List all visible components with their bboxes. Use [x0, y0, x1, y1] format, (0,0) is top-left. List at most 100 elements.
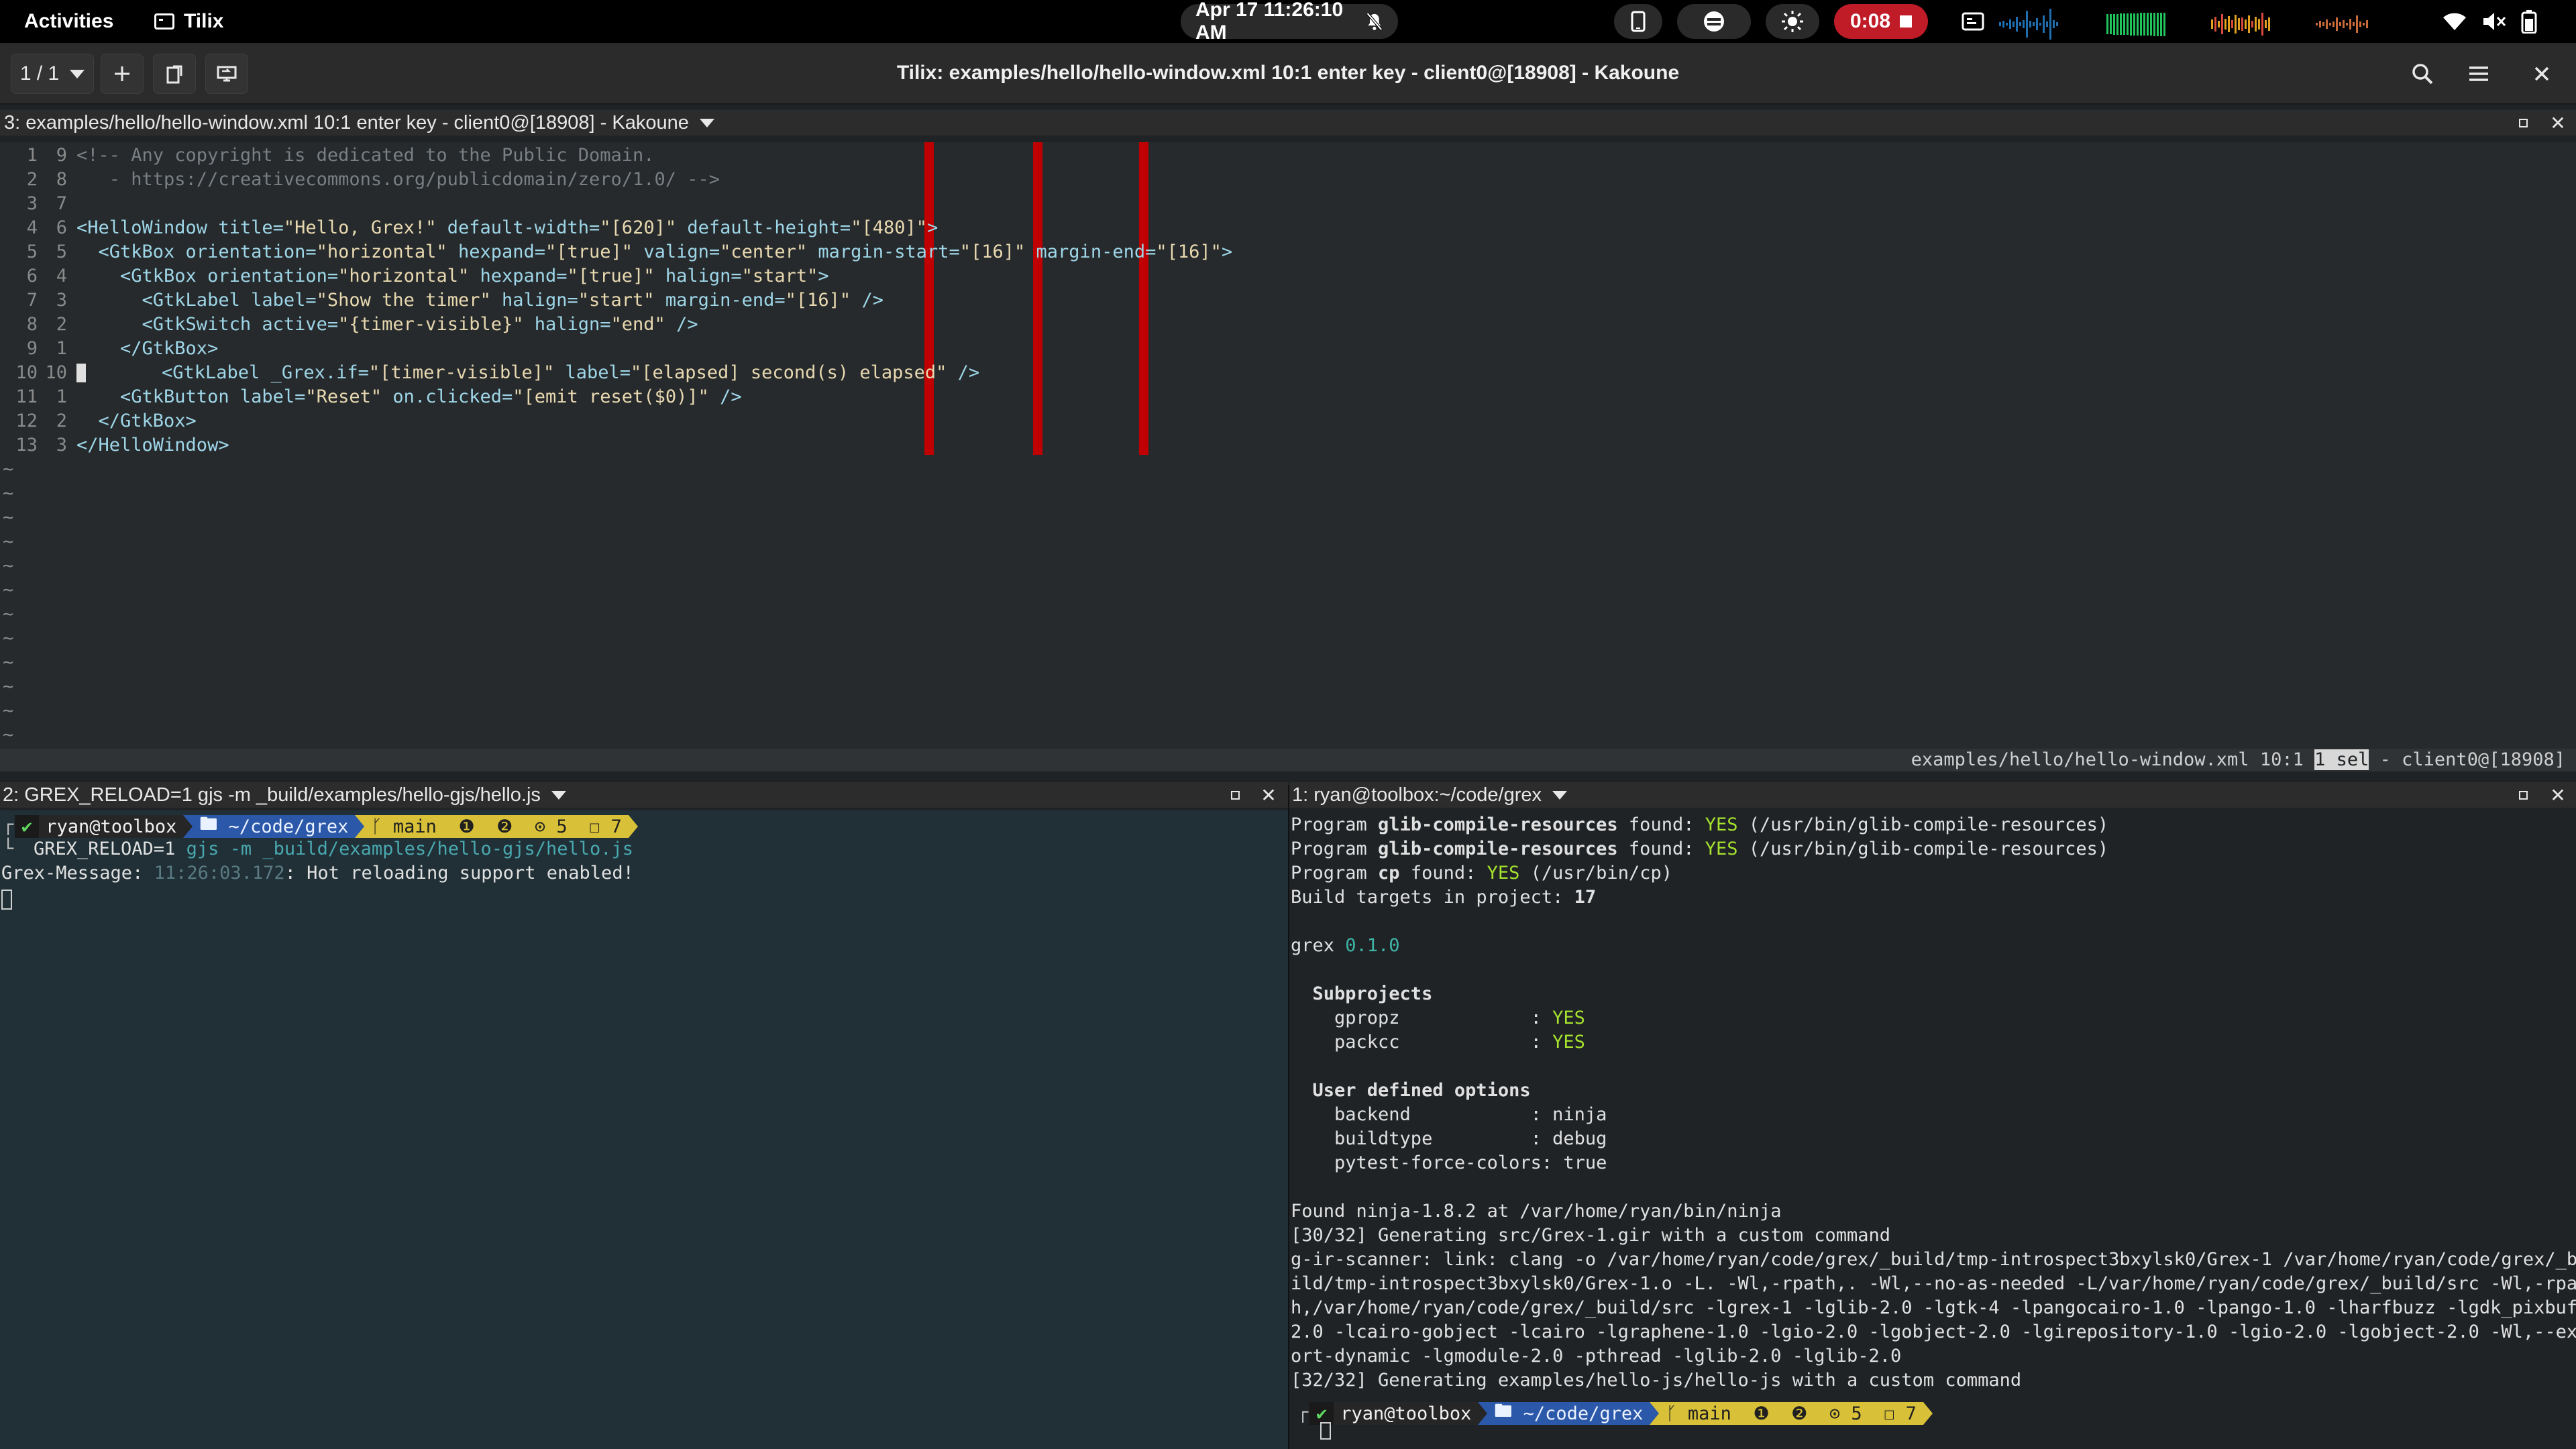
- column-ruler: [924, 142, 934, 455]
- kakoune-status-line: examples/hello/hello-window.xml 10:1 1 s…: [0, 749, 2576, 771]
- output-line: Program cp found: YES (/usr/bin/cp): [1291, 863, 1672, 883]
- prompt-git: ᚴ main ❶ ❷ ⊙ 5 ☐ 7: [1659, 1402, 1923, 1425]
- maximize-icon: [2518, 790, 2528, 800]
- brightness-indicator[interactable]: [1766, 4, 1819, 39]
- prompt-separator: [183, 815, 193, 838]
- left-pane-titlebar[interactable]: 2: GREX_RELOAD=1 gjs -m _build/examples/…: [0, 782, 1288, 808]
- code-text: <GtkLabel _Grex.if="[timer-visible]" lab…: [118, 362, 980, 383]
- output-line: [30/32] Generating src/Grex-1.gir with a…: [1291, 1225, 1891, 1246]
- empty-line-marker: ~: [3, 483, 14, 504]
- empty-line-marker: ~: [3, 700, 14, 721]
- code-text: <!-- Any copyright is dedicated to the P…: [76, 145, 655, 166]
- editor-cursor: [76, 364, 86, 382]
- close-pane-button[interactable]: ✕: [2545, 110, 2571, 136]
- memory-graph-icon[interactable]: [2106, 7, 2207, 42]
- empty-line-marker: ~: [3, 628, 14, 649]
- disk-graph-icon[interactable]: [2316, 7, 2416, 42]
- maximize-icon: [1230, 790, 1240, 800]
- tilix-header-bar: Tilix: examples/hello/hello-window.xml 1…: [0, 43, 2576, 105]
- right-pane-titlebar[interactable]: 1: ryan@toolbox:~/code/grex ✕: [1289, 782, 2576, 808]
- output-line: 2.0 -lcairo-gobject -lcairo -lgraphene-1…: [1291, 1322, 2576, 1342]
- relative-line-number: 2: [56, 411, 67, 431]
- code-text: <GtkBox orientation="horizontal" hexpand…: [76, 241, 1233, 262]
- output-line: grex 0.1.0: [1291, 935, 1400, 956]
- chevron-down-icon: [70, 69, 85, 78]
- grex-message: Grex-Message: 11:26:03.172: Hot reloadin…: [1, 863, 634, 883]
- output-line: gpropz : YES: [1291, 1008, 1585, 1028]
- prompt-separator: [1923, 1402, 1933, 1425]
- status-file: examples/hello/hello-window.xml 10:1: [1911, 749, 2315, 770]
- output-line: backend : ninja: [1291, 1104, 1607, 1125]
- relative-line-number: 5: [56, 241, 67, 262]
- line-number: 3: [26, 193, 38, 214]
- privacy-indicator[interactable]: [1677, 4, 1751, 39]
- maximize-icon: [2518, 118, 2528, 127]
- code-text: <HelloWindow title="Hello, Grex!" defaul…: [76, 217, 938, 238]
- empty-line-marker: ~: [3, 604, 14, 625]
- wifi-icon: [2443, 13, 2466, 30]
- kakoune-editor[interactable]: 1 9 <!-- Any copyright is dedicated to the…: [0, 142, 2576, 749]
- left-pane-title: 2: GREX_RELOAD=1 gjs -m _build/examples/…: [3, 784, 541, 806]
- column-ruler: [1033, 142, 1042, 455]
- line-number: 12: [15, 411, 38, 431]
- search-button[interactable]: [2400, 54, 2445, 94]
- screen-recording-indicator[interactable]: 0:08: [1834, 4, 1928, 39]
- empty-line-marker: ~: [3, 652, 14, 673]
- battery-icon: [2521, 10, 2537, 34]
- privacy-indicator-icon: [1704, 11, 1724, 32]
- network-graph-icon[interactable]: [2211, 7, 2312, 42]
- line-number: 5: [26, 241, 38, 262]
- line-number: 4: [26, 217, 38, 238]
- screen-share-indicator[interactable]: [1956, 0, 1990, 43]
- tilix-icon: [154, 13, 174, 30]
- output-line: Build targets in project: 17: [1291, 887, 1597, 908]
- output-line: h,/var/home/ryan/code/grex/_build/src -l…: [1291, 1297, 2576, 1318]
- chevron-down-icon[interactable]: [551, 790, 566, 800]
- prompt-corner: ┌: [3, 814, 14, 835]
- output-line: Subprojects: [1291, 983, 1433, 1004]
- shell-prompt: ✔ ryan@toolbox 🖿 ~/code/grex ᚴ main ❶ ❷ …: [1309, 1401, 1933, 1425]
- terminal-cursor: [1, 890, 12, 910]
- left-terminal[interactable]: ┌ ✔ ryan@toolbox 🖿 ~/code/grex ᚴ main ❶ …: [0, 810, 1288, 1449]
- session-switcher[interactable]: 1 / 1: [11, 54, 94, 94]
- maximize-button[interactable]: [2510, 782, 2536, 808]
- cpu-graph-icon[interactable]: [1999, 7, 2100, 42]
- clock-button[interactable]: Apr 17 11:26:10 AM: [1181, 0, 1398, 44]
- sync-input-button[interactable]: [205, 54, 248, 94]
- git-branch-icon: ᚴ: [1666, 1403, 1688, 1424]
- detach-button[interactable]: [153, 54, 196, 94]
- activities-button[interactable]: Activities: [24, 0, 113, 43]
- app-name: Tilix: [184, 10, 224, 32]
- empty-line-marker: ~: [3, 531, 14, 552]
- app-menu-button[interactable]: Tilix: [154, 0, 223, 43]
- menu-button[interactable]: [2457, 54, 2501, 94]
- clock-text: Apr 17 11:26:10 AM: [1195, 0, 1344, 44]
- system-menu-button[interactable]: [2442, 0, 2537, 43]
- empty-line-marker: ~: [3, 459, 14, 480]
- editor-pane-titlebar[interactable]: 3: examples/hello/hello-window.xml 10:1 …: [0, 110, 2576, 136]
- session-counter: 1 / 1: [19, 62, 60, 85]
- prompt-dir: 🖿 ~/code/grex: [193, 814, 356, 838]
- output-line: ild/tmp-introspect3bxylsk0/Grex-1.o -L. …: [1291, 1273, 2576, 1294]
- empty-line-marker: ~: [3, 580, 14, 600]
- chevron-down-icon[interactable]: [1552, 790, 1568, 800]
- dnd-bell-off-icon: [1366, 12, 1383, 31]
- output-line: ort-dynamic -lgmodule-2.0 -pthread -lgli…: [1291, 1346, 1902, 1366]
- menu-icon: [2469, 66, 2488, 81]
- close-pane-button[interactable]: ✕: [2545, 782, 2571, 808]
- close-pane-button[interactable]: ✕: [1256, 782, 1281, 808]
- right-pane-title: 1: ryan@toolbox:~/code/grex: [1292, 784, 1542, 806]
- line-number: 1: [26, 145, 38, 166]
- maximize-button[interactable]: [1222, 782, 1248, 808]
- sync-input-icon: [217, 66, 237, 82]
- relative-line-number: 1: [56, 386, 67, 407]
- folder-icon: 🖿: [1494, 1401, 1523, 1421]
- output-line: [32/32] Generating examples/hello-js/hel…: [1291, 1370, 2022, 1391]
- terminal-cursor: [1320, 1422, 1331, 1440]
- chevron-down-icon[interactable]: [699, 118, 714, 127]
- phone-indicator[interactable]: [1614, 4, 1662, 39]
- maximize-button[interactable]: [2510, 110, 2536, 136]
- close-window-button[interactable]: [2520, 54, 2564, 94]
- add-session-button[interactable]: [101, 54, 144, 94]
- right-terminal[interactable]: Program glib-compile-resources found: YE…: [1289, 810, 2576, 1449]
